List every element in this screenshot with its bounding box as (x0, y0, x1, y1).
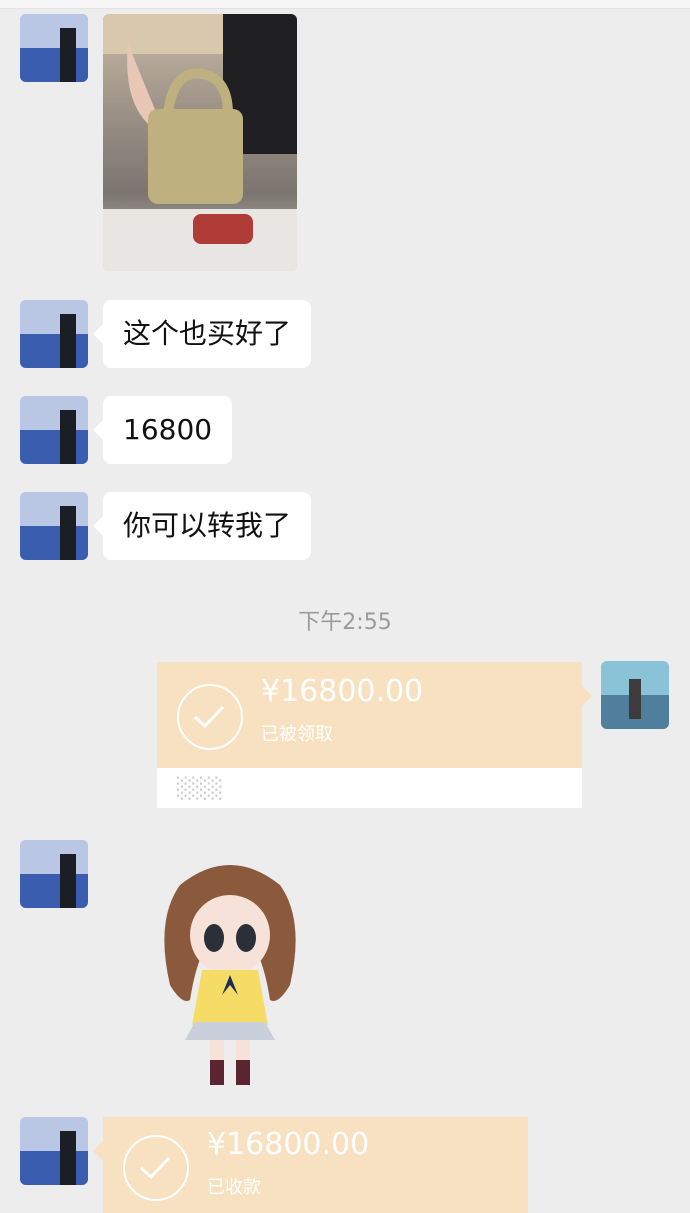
handbag-photo[interactable] (103, 14, 297, 271)
message-bubble[interactable]: 你可以转我了 (92, 492, 312, 560)
transfer-note-blurred: ░░░ (177, 776, 224, 800)
anime-girl-sticker[interactable] (150, 850, 310, 1090)
bubble-tail (93, 1141, 103, 1161)
check-circle-icon (123, 1135, 189, 1201)
transfer-amount: ¥16800.00 (261, 674, 424, 709)
message-bubble[interactable]: 这个也买好了 (92, 300, 312, 368)
contact-avatar[interactable] (20, 1117, 88, 1185)
message-bubble[interactable]: 16800 (92, 396, 233, 464)
chat-timestamp: 下午2:55 (298, 610, 392, 635)
contact-avatar[interactable] (20, 14, 88, 82)
contact-avatar[interactable] (20, 396, 88, 464)
transfer-amount: ¥16800.00 (207, 1127, 370, 1162)
transfer-card-header: ¥16800.00 已被领取 (157, 662, 582, 768)
contact-avatar[interactable] (20, 840, 88, 908)
sticker-image (164, 865, 296, 1085)
message-text: 你可以转我了 (123, 509, 292, 542)
transfer-card-header: ¥16800.00 已收款 (103, 1117, 528, 1213)
my-avatar[interactable] (601, 661, 669, 729)
transfer-status: 已被领取 (261, 724, 333, 745)
transfer-status: 已收款 (207, 1177, 261, 1198)
message-text: 这个也买好了 (123, 317, 292, 350)
check-circle-icon (177, 684, 243, 750)
photo-image (103, 14, 297, 271)
bubble-tail (582, 686, 592, 706)
message-text: 16800 (123, 413, 213, 446)
contact-avatar[interactable] (20, 492, 88, 560)
transfer-card-sent[interactable]: ¥16800.00 已被领取 ░░░ (157, 662, 592, 808)
top-edge (0, 0, 690, 9)
contact-avatar[interactable] (20, 300, 88, 368)
transfer-card-received[interactable]: ¥16800.00 已收款 (93, 1117, 528, 1213)
transfer-card-footer: ░░░ (157, 768, 582, 808)
